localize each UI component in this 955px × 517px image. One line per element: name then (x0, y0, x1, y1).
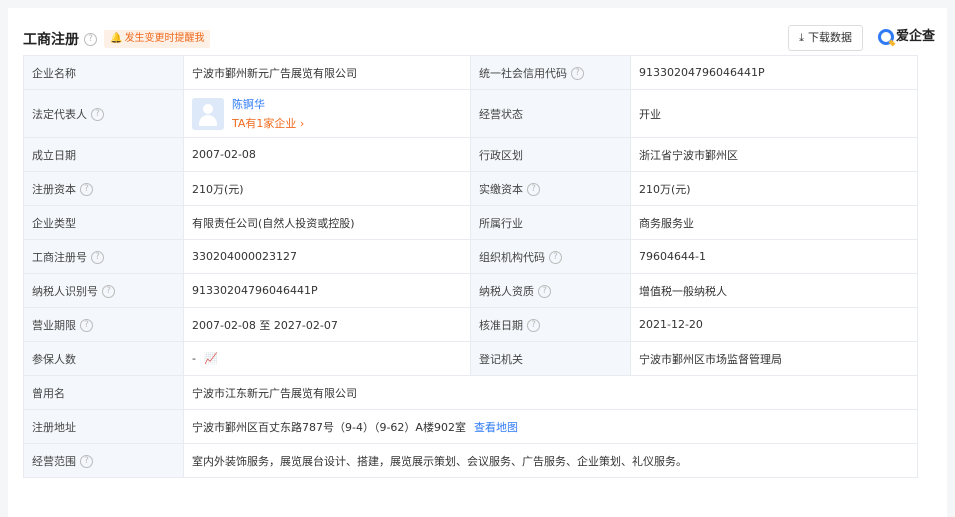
table-row: 纳税人识别号? 91330204796046441P 纳税人资质? 增值税一般纳… (23, 273, 918, 308)
value-credit-code: 91330204796046441P (630, 55, 918, 90)
value-former-name: 宁波市江东新元广告展览有限公司 (183, 375, 918, 410)
label-reg-authority: 登记机关 (470, 341, 631, 376)
value-reg-authority: 宁波市鄞州区市场监督管理局 (630, 341, 918, 376)
help-icon[interactable]: ? (571, 67, 584, 80)
value-company-name: 宁波市鄞州新元广告展览有限公司 (183, 55, 471, 90)
help-icon[interactable]: ? (80, 183, 93, 196)
value-approval-date: 2021-12-20 (630, 307, 918, 342)
bell-icon: 🔔 (110, 33, 123, 44)
value-address: 宁波市鄞州区百丈东路787号（9-4）（9-62）A楼902室 查看地图 (183, 409, 918, 444)
table-row: 法定代表人? 陈锕华 TA有1家企业 › 经营状态 开业 (23, 89, 918, 138)
label-taxpayer-qual: 纳税人资质? (470, 273, 631, 308)
table-row: 曾用名 宁波市江东新元广告展览有限公司 (23, 375, 918, 410)
value-business-term: 2007-02-08 至 2027-02-07 (183, 307, 471, 342)
help-icon[interactable]: ? (549, 251, 562, 264)
value-insured-count: - 📈 (183, 341, 471, 376)
avatar[interactable] (192, 97, 224, 130)
label-status: 经营状态 (470, 89, 631, 138)
help-icon[interactable]: ? (527, 319, 540, 332)
help-icon[interactable]: ? (527, 183, 540, 196)
label-business-term: 营业期限? (23, 307, 184, 342)
table-row: 企业类型 有限责任公司(自然人投资或控股) 所属行业 商务服务业 (23, 205, 918, 240)
legal-rep-companies-link[interactable]: TA有1家企业 › (232, 115, 304, 131)
notify-change-button[interactable]: 🔔 发生变更时提醒我 (104, 30, 211, 48)
section-title: 工商注册 (23, 32, 79, 48)
label-address: 注册地址 (23, 409, 184, 444)
download-icon: ⤓ (799, 31, 804, 44)
help-icon[interactable]: ? (80, 455, 93, 468)
label-former-name: 曾用名 (23, 375, 184, 410)
table-row: 注册地址 宁波市鄞州区百丈东路787号（9-4）（9-62）A楼902室 查看地图 (23, 409, 918, 444)
label-taxpayer-id: 纳税人识别号? (23, 273, 184, 308)
section-header: 工商注册 ? 🔔 发生变更时提醒我 ⤓ 下载数据 爱企查 (23, 24, 935, 54)
label-industry: 所属行业 (470, 205, 631, 240)
table-row: 参保人数 - 📈 登记机关 宁波市鄞州区市场监督管理局 (23, 341, 918, 376)
table-row: 注册资本? 210万(元) 实缴资本? 210万(元) (23, 171, 918, 206)
value-legal-rep: 陈锕华 TA有1家企业 › (183, 89, 471, 138)
download-label: 下载数据 (808, 31, 852, 44)
table-row: 经营范围? 室内外装饰服务，展览展台设计、搭建，展览展示策划、会议服务、广告服务… (23, 443, 918, 478)
view-map-link[interactable]: 查看地图 (474, 421, 518, 434)
label-business-scope: 经营范围? (23, 443, 184, 478)
help-icon[interactable]: ? (102, 285, 115, 298)
label-insured-count: 参保人数 (23, 341, 184, 376)
value-org-code: 79604644-1 (630, 239, 918, 274)
value-status: 开业 (630, 89, 918, 138)
table-row: 营业期限? 2007-02-08 至 2027-02-07 核准日期? 2021… (23, 307, 918, 342)
value-industry: 商务服务业 (630, 205, 918, 240)
value-region: 浙江省宁波市鄞州区 (630, 137, 918, 172)
label-reg-capital: 注册资本? (23, 171, 184, 206)
value-taxpayer-id: 91330204796046441P (183, 273, 471, 308)
brand-name: 爱企查 (895, 29, 935, 44)
label-org-code: 组织机构代码? (470, 239, 631, 274)
value-business-scope: 室内外装饰服务，展览展台设计、搭建，展览展示策划、会议服务、广告服务、企业策划、… (183, 443, 918, 478)
registration-table: 企业名称 宁波市鄞州新元广告展览有限公司 统一社会信用代码? 913302047… (23, 55, 918, 478)
help-icon[interactable]: ? (80, 319, 93, 332)
trend-chart-icon[interactable]: 📈 (204, 352, 218, 365)
value-reg-capital: 210万(元) (183, 171, 471, 206)
label-company-type: 企业类型 (23, 205, 184, 240)
table-row: 工商注册号? 330204000023127 组织机构代码? 79604644-… (23, 239, 918, 274)
value-founded: 2007-02-08 (183, 137, 471, 172)
legal-rep-link[interactable]: 陈锕华 (232, 96, 304, 112)
label-paid-capital: 实缴资本? (470, 171, 631, 206)
help-icon[interactable]: ? (538, 285, 551, 298)
label-approval-date: 核准日期? (470, 307, 631, 342)
label-company-name: 企业名称 (23, 55, 184, 90)
label-region: 行政区划 (470, 137, 631, 172)
value-company-type: 有限责任公司(自然人投资或控股) (183, 205, 471, 240)
notify-label: 发生变更时提醒我 (124, 33, 205, 44)
brand-logo-icon (877, 28, 894, 45)
value-paid-capital: 210万(元) (630, 171, 918, 206)
label-credit-code: 统一社会信用代码? (470, 55, 631, 90)
label-legal-rep: 法定代表人? (23, 89, 184, 138)
value-reg-number: 330204000023127 (183, 239, 471, 274)
help-icon[interactable]: ? (91, 251, 104, 264)
brand-logo: 爱企查 (877, 27, 935, 47)
value-taxpayer-qual: 增值税一般纳税人 (630, 273, 918, 308)
table-row: 成立日期 2007-02-08 行政区划 浙江省宁波市鄞州区 (23, 137, 918, 172)
label-reg-number: 工商注册号? (23, 239, 184, 274)
download-data-button[interactable]: ⤓ 下载数据 (788, 25, 863, 51)
label-founded: 成立日期 (23, 137, 184, 172)
help-icon[interactable]: ? (91, 108, 104, 121)
table-row: 企业名称 宁波市鄞州新元广告展览有限公司 统一社会信用代码? 913302047… (23, 55, 918, 90)
help-icon[interactable]: ? (84, 33, 97, 46)
